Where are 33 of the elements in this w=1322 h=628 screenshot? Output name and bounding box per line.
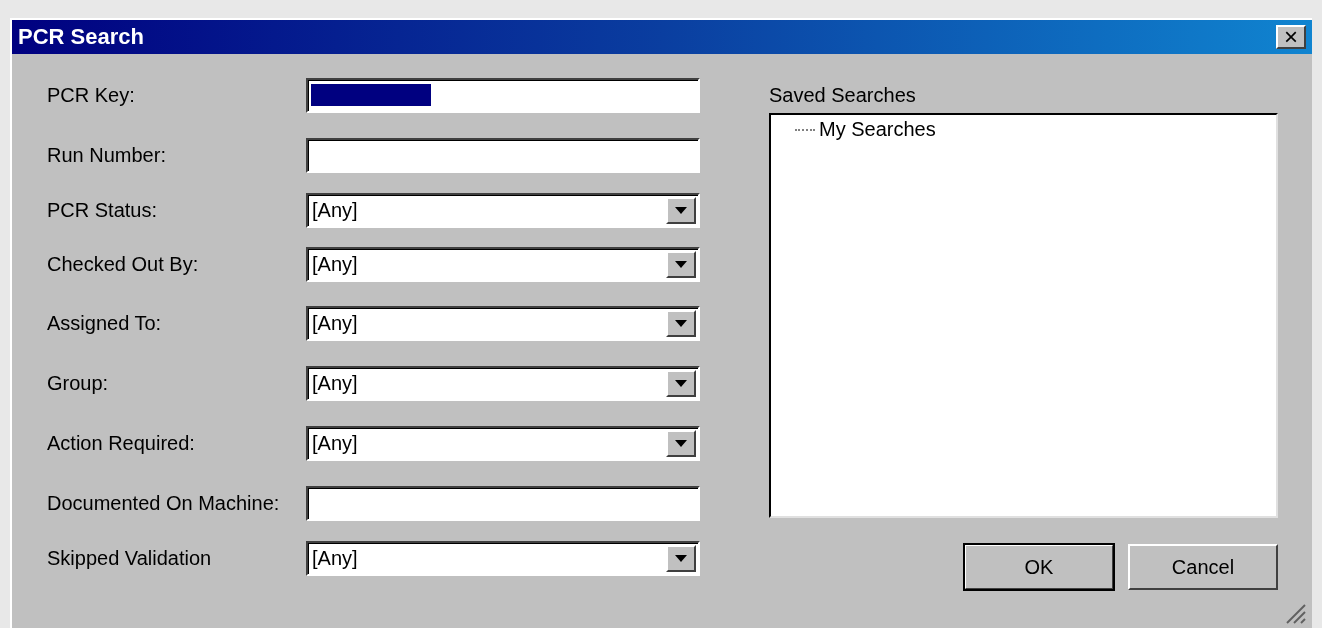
- cancel-button[interactable]: Cancel: [1128, 544, 1278, 590]
- dropdown-value: [Any]: [311, 546, 358, 570]
- field-label: Group:: [47, 371, 110, 395]
- dropdown[interactable]: [Any]: [306, 192, 700, 228]
- tree-connector: [795, 128, 815, 131]
- dropdown[interactable]: [Any]: [306, 365, 700, 401]
- field-label: Checked Out By:: [47, 252, 200, 276]
- input-field[interactable]: [306, 485, 700, 521]
- window-title: PCR Search: [18, 24, 144, 50]
- dropdown[interactable]: [Any]: [306, 246, 700, 282]
- dropdown-value: [Any]: [311, 371, 358, 395]
- tree-view[interactable]: My Searches: [769, 113, 1278, 518]
- dropdown[interactable]: [Any]: [306, 425, 700, 461]
- field-label: Run Number:: [47, 143, 167, 167]
- field-label: PCR Status:: [47, 198, 159, 222]
- dropdown-value: [Any]: [311, 198, 358, 222]
- close-button[interactable]: ×: [1276, 25, 1306, 49]
- saved-searches-label: Saved Searches: [769, 84, 917, 107]
- tree-item[interactable]: My Searches: [819, 118, 936, 141]
- field-label: Action Required:: [47, 431, 196, 455]
- dropdown-value: [Any]: [311, 311, 358, 335]
- input-field[interactable]: [306, 77, 700, 113]
- field-label: Assigned To:: [47, 311, 163, 335]
- dropdown-value: [Any]: [311, 431, 358, 455]
- resize-grip-icon[interactable]: [1284, 602, 1306, 624]
- dropdown[interactable]: [Any]: [306, 540, 700, 576]
- dropdown[interactable]: [Any]: [306, 305, 700, 341]
- field-label: Skipped Validation: [47, 546, 213, 570]
- dropdown-value: [Any]: [311, 252, 358, 276]
- input-field[interactable]: [306, 137, 700, 173]
- field-label: PCR Key:: [47, 83, 136, 107]
- ok-button[interactable]: OK: [964, 544, 1114, 590]
- field-label: Documented On Machine:: [47, 491, 281, 515]
